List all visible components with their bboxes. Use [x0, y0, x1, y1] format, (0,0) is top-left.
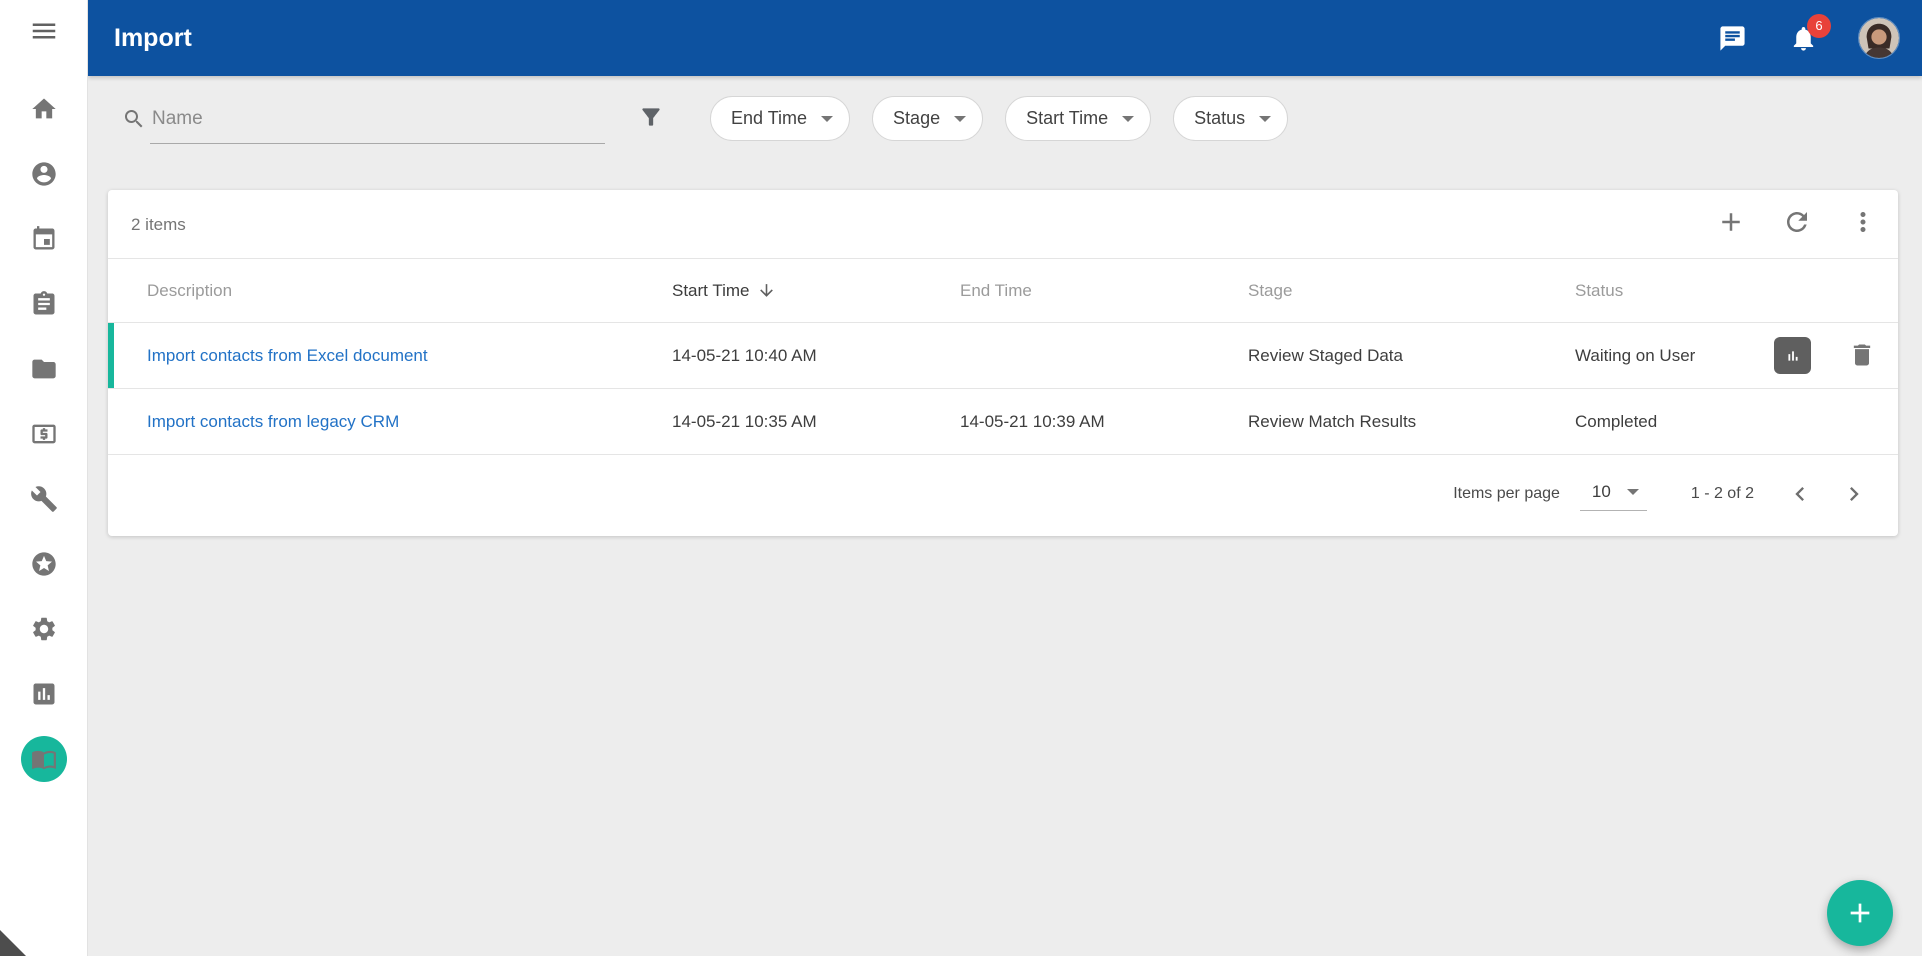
chevron-down-icon	[1122, 115, 1135, 122]
topbar-actions: 6	[1676, 13, 1900, 59]
calendar-icon	[30, 225, 58, 253]
previous-page-button[interactable]	[1780, 474, 1820, 514]
chat-icon	[1718, 24, 1747, 53]
chevron-right-icon	[1840, 480, 1868, 508]
menu-button[interactable]	[0, 0, 88, 62]
sidebar-item-billing[interactable]	[0, 401, 88, 466]
wrench-icon	[30, 485, 58, 513]
chip-label: Stage	[893, 108, 941, 128]
row-status: Completed	[1575, 411, 1658, 431]
column-header-description[interactable]: Description	[147, 281, 232, 301]
row-description-link[interactable]: Import contacts from legacy CRM	[147, 412, 399, 432]
filter-button[interactable]	[638, 104, 664, 130]
page-size-select[interactable]: 10	[1579, 476, 1647, 511]
search-icon	[122, 107, 146, 131]
search-input[interactable]	[150, 98, 605, 144]
toolbar-actions	[1716, 207, 1878, 237]
avatar[interactable]	[1858, 17, 1900, 59]
filter-chip-start-time[interactable]: Start Time	[1005, 96, 1152, 141]
account-icon	[30, 160, 58, 188]
sidebar-item-featured[interactable]	[0, 531, 88, 596]
tasks-icon	[30, 290, 58, 318]
row-chart-button[interactable]	[1774, 337, 1811, 374]
menu-icon	[29, 16, 59, 46]
row-delete-button[interactable]	[1848, 341, 1876, 369]
home-icon	[30, 95, 58, 123]
items-count: 2 items	[131, 215, 186, 234]
book-icon	[31, 746, 57, 772]
row-start-time: 14-05-21 10:35 AM	[672, 411, 817, 431]
filter-chip-status[interactable]: Status	[1173, 96, 1289, 141]
sidebar-item-reports[interactable]	[0, 661, 88, 726]
refresh-button[interactable]	[1782, 207, 1812, 237]
chevron-down-icon	[821, 115, 834, 122]
settings-gear-icon	[30, 615, 58, 643]
corner-fold	[0, 930, 26, 956]
sort-desc-arrow-icon	[757, 281, 776, 300]
filter-row: End Time Stage Start Time Status	[88, 76, 1922, 162]
next-page-button[interactable]	[1834, 474, 1874, 514]
filter-chips: End Time Stage Start Time Status	[710, 96, 1289, 141]
chevron-down-icon	[1259, 115, 1272, 122]
chevron-down-icon	[954, 115, 967, 122]
chart-icon	[1782, 345, 1804, 367]
reports-chart-icon	[30, 680, 58, 708]
chevron-left-icon	[1786, 480, 1814, 508]
column-header-stage[interactable]: Stage	[1248, 281, 1292, 301]
billing-icon	[30, 420, 58, 448]
notification-badge: 6	[1807, 13, 1831, 38]
folder-icon	[30, 355, 58, 383]
pagination-range: 1 - 2 of 2	[1690, 484, 1754, 502]
messages-button[interactable]	[1718, 24, 1747, 53]
column-header-status[interactable]: Status	[1575, 281, 1623, 301]
chevron-down-icon	[1626, 489, 1639, 495]
sidebar-item-contacts[interactable]	[0, 141, 88, 206]
row-description-link[interactable]: Import contacts from Excel document	[147, 346, 428, 366]
table-toolbar: 2 items	[108, 190, 1898, 258]
create-import-fab[interactable]	[1827, 880, 1893, 946]
notifications-button[interactable]: 6	[1789, 13, 1831, 53]
table-row[interactable]: Import contacts from Excel document 14-0…	[108, 323, 1898, 388]
refresh-icon	[1782, 207, 1812, 237]
chip-label: End Time	[731, 108, 808, 128]
chip-label: Start Time	[1026, 108, 1109, 128]
table-header-row: Description Start Time End Time Stage St…	[108, 259, 1898, 322]
filter-chip-end-time[interactable]: End Time	[710, 96, 851, 141]
add-icon	[1844, 897, 1876, 929]
table-row[interactable]: Import contacts from legacy CRM 14-05-21…	[108, 389, 1898, 454]
page-title: Import	[114, 23, 192, 52]
column-header-start-time[interactable]: Start Time	[672, 281, 776, 301]
column-header-end-time[interactable]: End Time	[960, 281, 1032, 301]
sidebar-item-tasks[interactable]	[0, 271, 88, 336]
row-status: Waiting on User	[1575, 345, 1696, 365]
page-size-value: 10	[1591, 482, 1611, 501]
sidebar	[0, 0, 88, 956]
row-end-time: 14-05-21 10:39 AM	[960, 411, 1105, 431]
items-per-page-label: Items per page	[1453, 484, 1560, 502]
more-options-button[interactable]	[1848, 207, 1878, 237]
main-content: End Time Stage Start Time Status 2 items	[88, 76, 1922, 956]
filter-chip-stage[interactable]: Stage	[872, 96, 984, 141]
sidebar-item-home[interactable]	[0, 76, 88, 141]
sidebar-item-import-active[interactable]	[0, 726, 88, 791]
sidebar-item-settings[interactable]	[0, 596, 88, 661]
import-table-card: 2 items Description Start Time End Time	[108, 190, 1898, 536]
row-start-time: 14-05-21 10:40 AM	[672, 345, 817, 365]
chip-label: Status	[1194, 108, 1246, 128]
pagination-bar: Items per page 10 1 - 2 of 2	[108, 455, 1898, 532]
row-stage: Review Match Results	[1248, 411, 1417, 431]
top-bar: Import 6	[88, 0, 1922, 76]
active-item-circle	[20, 735, 67, 782]
kebab-menu-icon	[1848, 207, 1878, 237]
featured-star-icon	[30, 550, 58, 578]
row-stage: Review Staged Data	[1248, 345, 1403, 365]
sidebar-item-documents[interactable]	[0, 336, 88, 401]
sidebar-item-tools[interactable]	[0, 466, 88, 531]
sidebar-item-calendar[interactable]	[0, 206, 88, 271]
trash-icon	[1848, 341, 1876, 369]
add-record-button[interactable]	[1716, 207, 1746, 237]
funnel-icon	[638, 104, 664, 130]
add-icon	[1716, 207, 1746, 237]
